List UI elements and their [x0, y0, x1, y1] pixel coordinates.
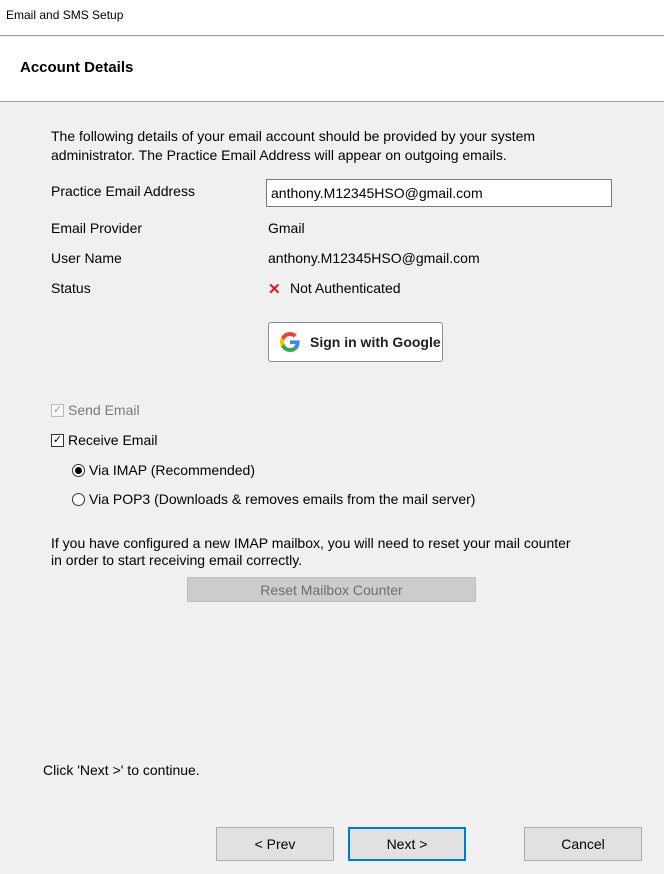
via-imap-radio[interactable]: Via IMAP (Recommended)	[72, 462, 255, 478]
reset-note: If you have configured a new IMAP mailbo…	[51, 535, 571, 568]
via-pop3-label: Via POP3 (Downloads & removes emails fro…	[89, 491, 476, 507]
title-bar: Email and SMS Setup	[0, 0, 664, 36]
user-name-value: anthony.M12345HSO@gmail.com	[268, 250, 480, 266]
practice-email-label: Practice Email Address	[51, 183, 195, 199]
checkmark-icon: ✓	[51, 433, 64, 447]
x-mark-icon: ✕	[268, 281, 281, 298]
cancel-button[interactable]: Cancel	[524, 827, 642, 861]
footer-note: Click 'Next >' to continue.	[43, 762, 200, 778]
receive-email-label: Receive Email	[68, 432, 158, 448]
user-name-label: User Name	[51, 250, 122, 266]
window-title: Email and SMS Setup	[6, 8, 124, 22]
intro-text: The following details of your email acco…	[51, 128, 536, 163]
practice-email-input[interactable]	[266, 179, 612, 207]
send-email-label: Send Email	[68, 402, 140, 418]
receive-email-checkbox[interactable]: ✓ Receive Email	[51, 432, 157, 448]
status-label: Status	[51, 280, 91, 296]
status-value: Not Authenticated	[290, 280, 401, 296]
via-pop3-radio[interactable]: Via POP3 (Downloads & removes emails fro…	[72, 491, 475, 507]
sign-in-with-google-button[interactable]: Sign in with Google	[268, 322, 443, 362]
prev-button[interactable]: < Prev	[216, 827, 334, 861]
radio-selected-icon	[72, 463, 85, 477]
reset-mailbox-counter-button[interactable]: Reset Mailbox Counter	[187, 577, 476, 602]
checkmark-icon: ✓	[51, 403, 64, 417]
email-provider-value: Gmail	[268, 220, 305, 236]
email-provider-label: Email Provider	[51, 220, 143, 236]
page-heading: Account Details	[20, 59, 134, 76]
google-g-icon	[280, 332, 300, 352]
google-button-label: Sign in with Google	[310, 334, 441, 350]
page-header: Account Details	[0, 37, 664, 102]
via-imap-label: Via IMAP (Recommended)	[89, 462, 255, 478]
send-email-checkbox[interactable]: ✓ Send Email	[51, 402, 140, 418]
next-button[interactable]: Next >	[348, 827, 466, 861]
radio-unselected-icon	[72, 492, 85, 506]
